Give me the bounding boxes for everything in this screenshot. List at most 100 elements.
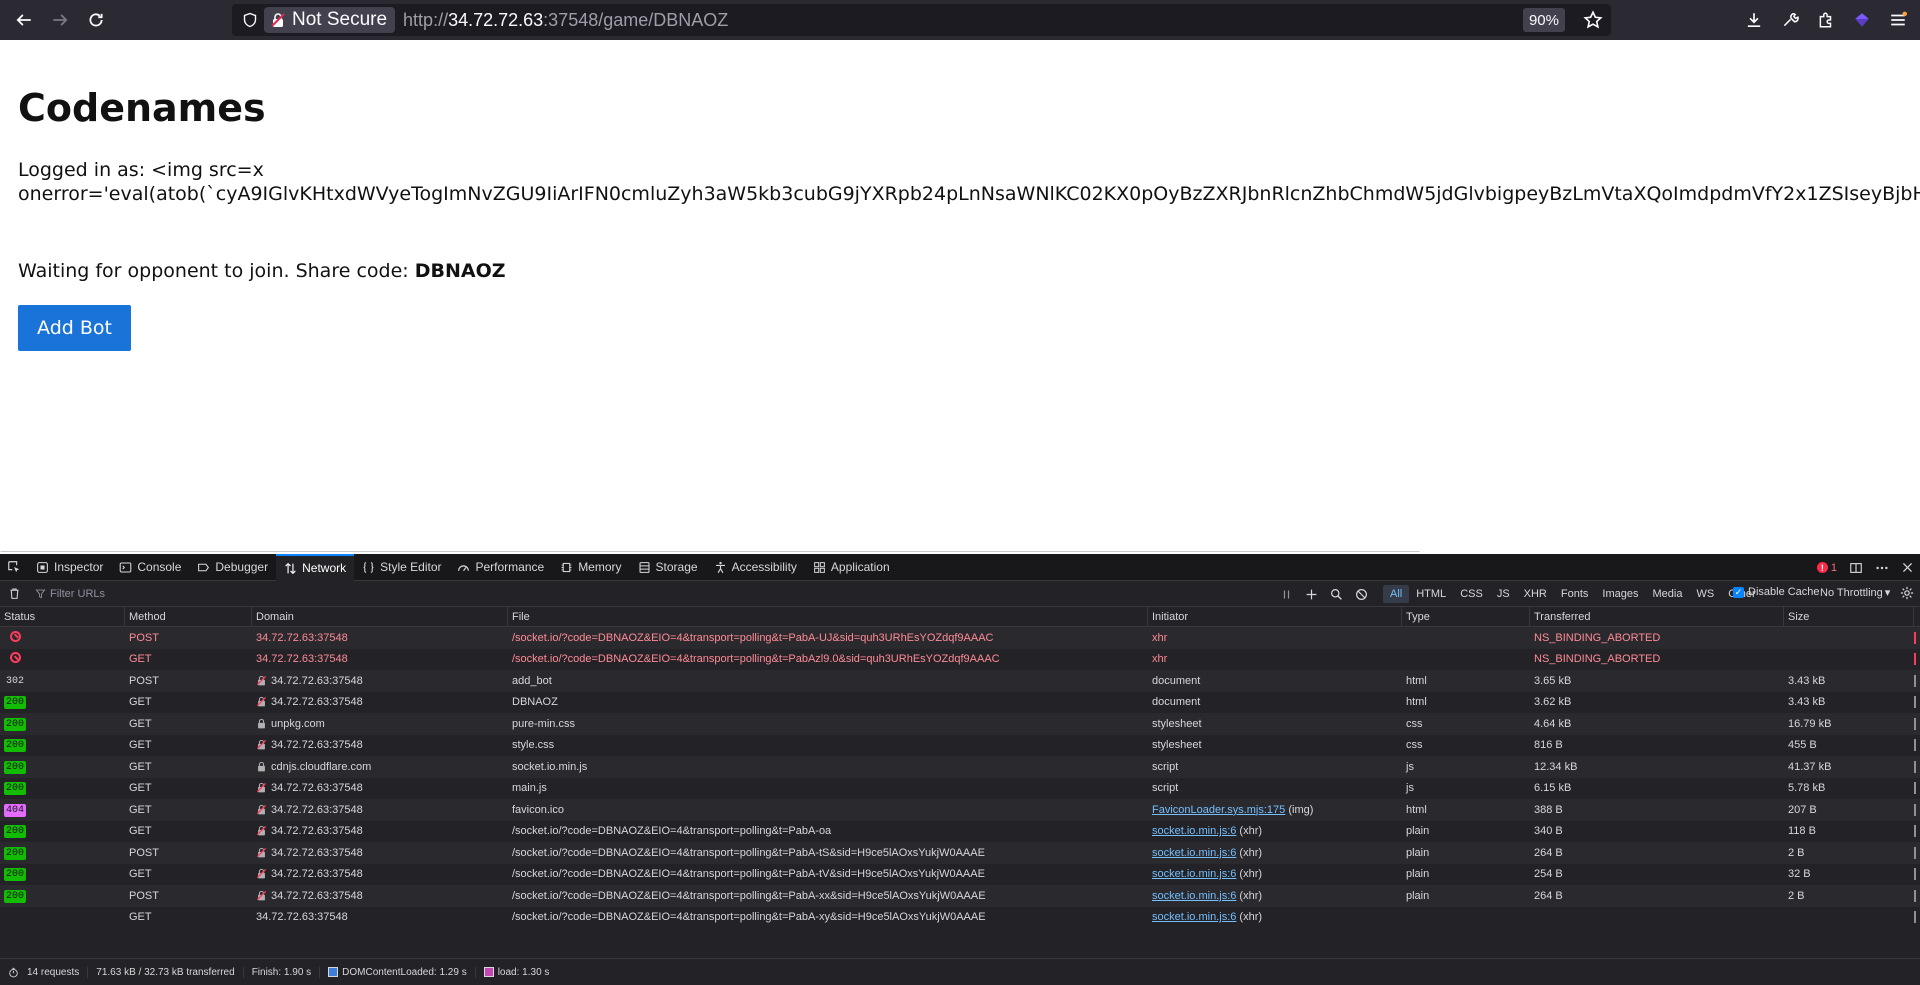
table-row[interactable]: 200 GET 34.72.72.63:37548 DBNAOZ document htm…: [0, 692, 1920, 714]
col-transferred[interactable]: Transferred: [1530, 607, 1784, 626]
initiator-link[interactable]: FaviconLoader.sys.mjs:175: [1152, 804, 1285, 816]
tab-storage[interactable]: Storage: [630, 554, 706, 581]
page-content: Codenames Logged in as: <img src=x onerr…: [0, 40, 1920, 552]
filter-media[interactable]: Media: [1645, 585, 1689, 603]
not-secure-indicator[interactable]: Not Secure: [264, 7, 396, 33]
insecure-lock-icon: [256, 890, 267, 901]
table-row[interactable]: 200 GET 34.72.72.63:37548/socket.io/?code=…: [0, 864, 1920, 886]
share-code: DBNAOZ: [414, 260, 506, 282]
extensions-button[interactable]: [1808, 2, 1844, 38]
account-button[interactable]: [1844, 2, 1880, 38]
filter-html[interactable]: HTML: [1409, 585, 1453, 603]
table-row[interactable]: 200 POST 34.72.72.63:37548/socket.io/?code…: [0, 885, 1920, 907]
cell-domain: 34.72.72.63:37548: [252, 804, 508, 816]
filter-fonts[interactable]: Fonts: [1554, 585, 1596, 603]
cell-size: 3.43 kB: [1788, 696, 1826, 709]
back-button[interactable]: [6, 2, 42, 38]
filter-all[interactable]: All: [1383, 585, 1410, 603]
table-row[interactable]: 200 GET 34.72.72.63:37548/socket.io/?code=…: [0, 821, 1920, 843]
initiator-cause: (xhr): [1236, 889, 1263, 902]
cell-initiator: socket.io.min.js:6 (xhr): [1148, 911, 1402, 923]
more-options-icon[interactable]: [1875, 561, 1889, 575]
bookmark-star-icon[interactable]: [1583, 10, 1603, 30]
tools-button[interactable]: [1772, 2, 1808, 38]
reload-button[interactable]: [78, 2, 114, 38]
table-row[interactable]: 302 POST 34.72.72.63:37548 add_bot document h…: [0, 670, 1920, 692]
add-bot-button[interactable]: Add Bot: [18, 305, 131, 351]
initiator-cause: (xhr): [1236, 911, 1263, 924]
table-row[interactable]: GET 34.72.72.63:37548/socket.io/?code=DBN…: [0, 907, 1920, 929]
tab-application[interactable]: Application: [805, 554, 898, 581]
url-bar[interactable]: Not Secure http://34.72.72.63:37548/game…: [232, 4, 1611, 36]
tab-network[interactable]: Network: [276, 553, 355, 581]
disable-cache-checkbox[interactable]: ✓ Disable Cache: [1733, 586, 1820, 598]
tab-memory[interactable]: Memory: [552, 554, 629, 581]
col-size[interactable]: Size: [1784, 607, 1914, 626]
initiator-link[interactable]: socket.io.min.js:6: [1152, 868, 1236, 880]
col-status[interactable]: Status: [0, 607, 125, 626]
zoom-level-badge[interactable]: 90%: [1522, 8, 1565, 32]
forward-button[interactable]: [42, 2, 78, 38]
status-badge: 200: [4, 846, 27, 860]
debugger-icon: [198, 563, 210, 571]
waterfall-bar: [1914, 803, 1920, 816]
tab-style-editor[interactable]: Style Editor: [354, 554, 449, 581]
domain-text: unpkg.com: [271, 717, 325, 730]
waterfall-bar: [1914, 674, 1920, 687]
filter-css[interactable]: CSS: [1453, 585, 1490, 603]
dock-side-icon[interactable]: [1849, 561, 1863, 575]
table-row[interactable]: GET 34.72.72.63:37548/socket.io/?code=DBN…: [0, 649, 1920, 671]
tab-performance[interactable]: Performance: [449, 554, 552, 581]
col-type[interactable]: Type: [1402, 607, 1530, 626]
error-count-value: 1: [1830, 561, 1837, 574]
tab-inspector[interactable]: Inspector: [28, 554, 111, 581]
block-request-icon[interactable]: [1355, 588, 1368, 601]
downloads-button[interactable]: [1736, 2, 1772, 38]
horizontal-scrollbar[interactable]: [0, 551, 1420, 552]
pause-icon[interactable]: [1280, 588, 1293, 601]
table-row[interactable]: 200 GET 34.72.72.63:37548 main.js script js 6.…: [0, 778, 1920, 800]
initiator-link[interactable]: socket.io.min.js:6: [1152, 911, 1236, 923]
filter-urls-input[interactable]: Filter URLs: [35, 588, 105, 600]
menu-button[interactable]: [1880, 2, 1916, 38]
col-initiator[interactable]: Initiator: [1148, 607, 1402, 626]
search-icon[interactable]: [1330, 588, 1343, 601]
table-row[interactable]: 200 GET unpkg.com pure-min.css stylesheet css…: [0, 713, 1920, 735]
cell-status: [0, 652, 125, 666]
col-domain[interactable]: Domain: [252, 607, 508, 626]
logged-in-text: Logged in as: <img src=x onerror='eval(a…: [18, 158, 1920, 206]
initiator-link[interactable]: socket.io.min.js:6: [1152, 825, 1236, 837]
add-request-icon[interactable]: [1305, 588, 1318, 601]
filter-images[interactable]: Images: [1595, 585, 1645, 603]
url-text[interactable]: http://34.72.72.63:37548/game/DBNAOZ: [403, 10, 728, 31]
cell-domain: 34.72.72.63:37548: [252, 911, 508, 923]
table-row[interactable]: 404 GET 34.72.72.63:37548 favicon.ico Favico…: [0, 799, 1920, 821]
gear-icon[interactable]: [1900, 586, 1914, 600]
table-row[interactable]: 200 GET 34.72.72.63:37548 style.css styleshe…: [0, 735, 1920, 757]
col-file[interactable]: File: [508, 607, 1148, 626]
filter-ws[interactable]: WS: [1689, 585, 1721, 603]
error-count[interactable]: ! 1: [1816, 561, 1837, 574]
status-badge: 200: [4, 782, 27, 796]
initiator-link[interactable]: socket.io.min.js:6: [1152, 847, 1236, 859]
reload-icon: [89, 13, 103, 27]
initiator-link[interactable]: socket.io.min.js:6: [1152, 890, 1236, 902]
tab-accessibility[interactable]: Accessibility: [706, 554, 805, 581]
tab-debugger[interactable]: Debugger: [189, 554, 276, 581]
table-row[interactable]: 200 GET cdnjs.cloudflare.com socket.io.min.…: [0, 756, 1920, 778]
tab-console[interactable]: Console: [111, 554, 189, 581]
waterfall-bar: [1914, 889, 1920, 902]
filter-xhr[interactable]: XHR: [1517, 585, 1554, 603]
element-picker-button[interactable]: [0, 554, 28, 581]
throttling-select[interactable]: No Throttling ▾: [1820, 586, 1890, 600]
trash-icon[interactable]: [8, 587, 21, 600]
toolbar-right-icons: [1736, 2, 1920, 38]
close-devtools-icon[interactable]: [1901, 561, 1914, 574]
table-row[interactable]: POST 34.72.72.63:37548/socket.io/?code=DB…: [0, 627, 1920, 649]
cell-size: 2 B: [1788, 889, 1805, 902]
table-row[interactable]: 200 POST 34.72.72.63:37548/socket.io/?code…: [0, 842, 1920, 864]
checkmark-icon: ✓: [1733, 586, 1744, 598]
filter-js[interactable]: JS: [1490, 585, 1517, 603]
col-method[interactable]: Method: [125, 607, 252, 626]
tracking-shield-icon[interactable]: [236, 4, 264, 36]
